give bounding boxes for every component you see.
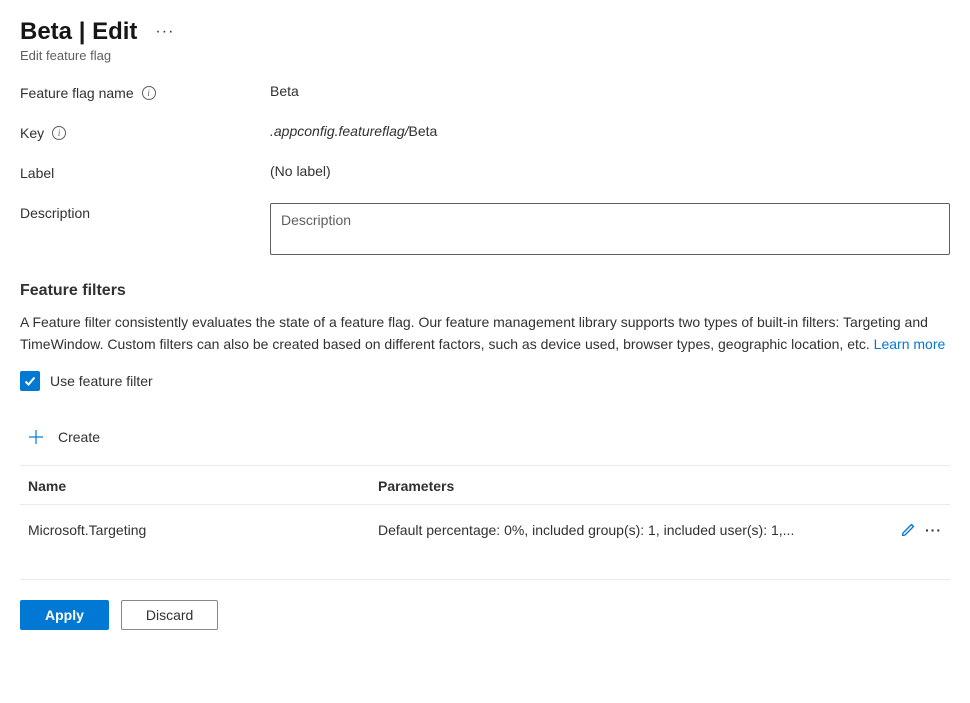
more-menu-icon[interactable]: ··· xyxy=(155,23,174,41)
discard-button[interactable]: Discard xyxy=(121,600,218,630)
filter-name-cell: Microsoft.Targeting xyxy=(20,505,370,556)
filter-parameters-cell: Default percentage: 0%, included group(s… xyxy=(370,505,880,556)
plus-icon xyxy=(26,427,46,447)
use-feature-filter-label: Use feature filter xyxy=(50,373,153,389)
page-title: Beta | Edit xyxy=(20,18,137,46)
learn-more-link[interactable]: Learn more xyxy=(874,336,946,352)
column-header-parameters: Parameters xyxy=(370,466,880,505)
key-prefix: .appconfig.featureflag/ xyxy=(270,123,409,139)
apply-button[interactable]: Apply xyxy=(20,600,109,630)
description-input[interactable] xyxy=(270,203,950,255)
row-more-icon[interactable]: ··· xyxy=(925,522,942,538)
label-label: Label xyxy=(20,165,54,181)
name-label: Feature flag name xyxy=(20,85,134,101)
filters-section-title: Feature filters xyxy=(20,282,950,300)
key-suffix: Beta xyxy=(409,123,438,139)
create-filter-button[interactable]: Create xyxy=(20,423,950,465)
key-value: .appconfig.featureflag/Beta xyxy=(270,123,950,139)
table-row[interactable]: Microsoft.Targeting Default percentage: … xyxy=(20,505,950,556)
checkmark-icon xyxy=(23,374,37,388)
use-feature-filter-checkbox[interactable] xyxy=(20,371,40,391)
description-label: Description xyxy=(20,205,90,221)
page-subtitle: Edit feature flag xyxy=(20,48,950,63)
edit-icon[interactable] xyxy=(897,519,919,541)
name-value: Beta xyxy=(270,83,950,99)
column-header-name: Name xyxy=(20,466,370,505)
label-value: (No label) xyxy=(270,163,950,179)
filters-table: Name Parameters Microsoft.Targeting Defa… xyxy=(20,465,950,555)
info-icon[interactable]: i xyxy=(52,126,66,140)
key-label: Key xyxy=(20,125,44,141)
create-label: Create xyxy=(58,429,100,445)
filters-description: A Feature filter consistently evaluates … xyxy=(20,312,950,355)
info-icon[interactable]: i xyxy=(142,86,156,100)
